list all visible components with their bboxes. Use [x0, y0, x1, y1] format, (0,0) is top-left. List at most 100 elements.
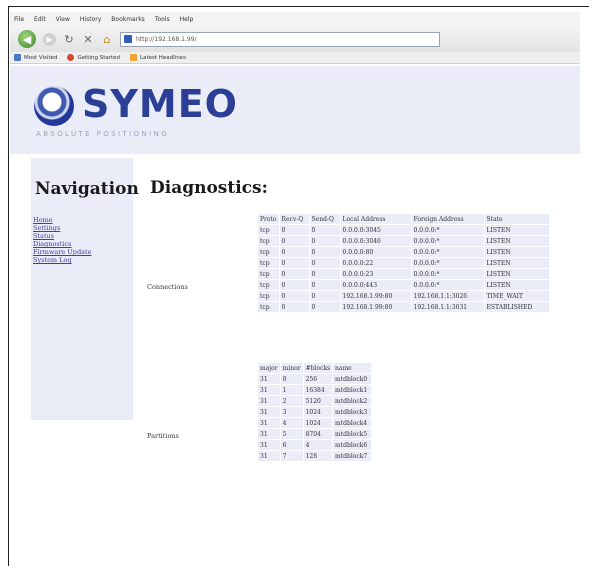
table-cell: 3 — [280, 407, 303, 417]
table-cell: 0.0.0.0:23 — [340, 269, 411, 279]
table-cell: 128 — [303, 451, 333, 461]
table-cell: 0 — [309, 291, 340, 301]
connections-table-body: tcp 0 0 0.0.0.0:3045 0.0.0.0:* LISTEN tcp 0 0 0.0… — [258, 225, 549, 312]
table-row: 31 6 4 mtdblock6 — [258, 440, 372, 450]
table-row: 31 3 1024 mtdblock3 — [258, 407, 372, 417]
table-cell: 0 — [280, 374, 303, 384]
table-cell: mtdblock1 — [333, 385, 372, 395]
table-cell: 0 — [279, 236, 309, 246]
page-header: SYMEO ABSOLUTE POSITIONING — [10, 66, 580, 154]
table-cell: LISTEN — [484, 258, 549, 268]
table-cell: 0.0.0.0:* — [411, 247, 484, 257]
menu-edit[interactable]: Edit — [34, 16, 46, 23]
table-cell: 0 — [309, 280, 340, 290]
browser-menubar: File Edit View History Bookmarks Tools H… — [10, 12, 580, 26]
bookmark-getting-started[interactable]: Getting Started — [67, 54, 120, 61]
table-row: 31 4 1024 mtdblock4 — [258, 418, 372, 428]
table-cell: tcp — [258, 247, 279, 257]
partitions-label: Partitions — [147, 432, 179, 440]
table-cell: 31 — [258, 374, 280, 384]
site-favicon-icon — [124, 35, 132, 43]
table-cell: 0.0.0.0:* — [411, 225, 484, 235]
table-cell: tcp — [258, 258, 279, 268]
table-cell: 0 — [309, 236, 340, 246]
table-cell: tcp — [258, 280, 279, 290]
bookmark-most-visited[interactable]: Most Visited — [14, 54, 57, 61]
table-cell: 1024 — [303, 418, 333, 428]
table-cell: tcp — [258, 225, 279, 235]
firefox-icon — [67, 54, 75, 61]
symeo-logo-icon — [34, 86, 74, 126]
table-cell: 31 — [258, 385, 280, 395]
address-bar[interactable]: http://192.168.1.99/ — [120, 31, 440, 47]
table-cell: 0 — [309, 258, 340, 268]
bookmark-label: Latest Headlines — [140, 54, 186, 61]
table-cell: 0.0.0.0:22 — [340, 258, 411, 268]
table-cell: 192.168.1.99:80 — [340, 302, 411, 312]
home-icon[interactable]: ⌂ — [101, 33, 113, 46]
partitions-table: major minor #blocks name 31 0 256 mtdblock0… — [257, 362, 372, 462]
menu-view[interactable]: View — [56, 16, 70, 23]
menu-history[interactable]: History — [80, 16, 101, 23]
table-cell: mtdblock0 — [333, 374, 372, 384]
table-row: tcp 0 0 192.168.1.99:80 192.168.1.1:3026 TIME… — [258, 291, 549, 301]
logo-tagline: ABSOLUTE POSITIONING — [36, 130, 170, 138]
rss-icon — [130, 54, 138, 61]
table-cell: tcp — [258, 269, 279, 279]
column-header: State — [484, 214, 549, 224]
logo-text: SYMEO — [82, 82, 238, 126]
table-cell: LISTEN — [484, 225, 549, 235]
nav-link-system-log[interactable]: System Log — [33, 256, 91, 264]
table-cell: 0.0.0.0:3045 — [340, 225, 411, 235]
table-cell: 0 — [279, 269, 309, 279]
column-header: name — [333, 363, 372, 373]
forward-arrow-icon[interactable]: ▶ — [43, 32, 56, 46]
address-url: http://192.168.1.99/ — [136, 35, 197, 43]
partitions-table-body: 31 0 256 mtdblock0 31 1 16384 mtdblock1 31 2 5120 m… — [258, 374, 372, 461]
table-cell: 4 — [303, 440, 333, 450]
table-cell: TIME_WAIT — [484, 291, 549, 301]
menu-file[interactable]: File — [14, 16, 24, 23]
table-cell: 192.168.1.1:3031 — [411, 302, 484, 312]
table-cell: 6 — [280, 440, 303, 450]
column-header: minor — [280, 363, 303, 373]
table-row: tcp 0 0 0.0.0.0:3045 0.0.0.0:* LISTEN — [258, 225, 549, 235]
back-arrow-icon[interactable]: ◀ — [18, 30, 36, 48]
table-cell: 2 — [280, 396, 303, 406]
column-header: Recv-Q — [279, 214, 309, 224]
menu-help[interactable]: Help — [180, 16, 194, 23]
menu-bookmarks[interactable]: Bookmarks — [111, 16, 145, 23]
table-cell: 0 — [279, 280, 309, 290]
table-cell: 192.168.1.99:80 — [340, 291, 411, 301]
column-header: Proto — [258, 214, 279, 224]
table-cell: mtdblock4 — [333, 418, 372, 428]
column-header: Send-Q — [309, 214, 340, 224]
nav-link-status[interactable]: Status — [33, 232, 91, 240]
nav-link-settings[interactable]: Settings — [33, 224, 91, 232]
nav-link-diagnostics[interactable]: Diagnostics — [33, 240, 91, 248]
table-cell: 0 — [279, 247, 309, 257]
table-cell: 0 — [309, 302, 340, 312]
nav-link-home[interactable]: Home — [33, 216, 91, 224]
nav-link-firmware-update[interactable]: Firmware Update — [33, 248, 91, 256]
table-row: 31 5 8704 mtdblock5 — [258, 429, 372, 439]
table-cell: mtdblock3 — [333, 407, 372, 417]
table-cell: mtdblock5 — [333, 429, 372, 439]
table-header-row: major minor #blocks name — [258, 363, 372, 373]
table-cell: 7 — [280, 451, 303, 461]
table-cell: LISTEN — [484, 247, 549, 257]
table-cell: 0 — [279, 225, 309, 235]
table-cell: 0 — [279, 291, 309, 301]
bookmark-latest-headlines[interactable]: Latest Headlines — [130, 54, 186, 61]
table-cell: LISTEN — [484, 236, 549, 246]
table-cell: 31 — [258, 407, 280, 417]
table-cell: 0.0.0.0:80 — [340, 247, 411, 257]
reload-icon[interactable]: ↻ — [63, 33, 75, 46]
table-cell: ESTABLISHED — [484, 302, 549, 312]
table-cell: tcp — [258, 291, 279, 301]
menu-tools[interactable]: Tools — [155, 16, 170, 23]
table-cell: 16384 — [303, 385, 333, 395]
table-cell: 4 — [280, 418, 303, 428]
table-cell: mtdblock7 — [333, 451, 372, 461]
stop-icon[interactable]: ✕ — [82, 33, 94, 46]
